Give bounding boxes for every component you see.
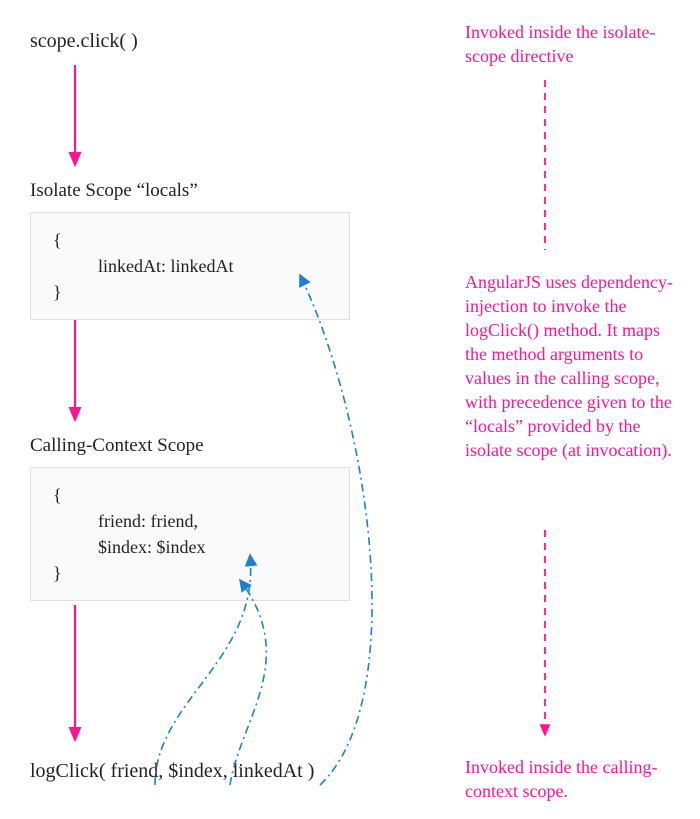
brace-open: { (53, 482, 327, 508)
context-prop-index: $index: $index (53, 534, 327, 560)
isolate-scope-label: Isolate Scope “locals” (30, 180, 198, 202)
brace-close: } (53, 560, 327, 586)
calling-context-box: { friend: friend, $index: $index } (30, 467, 350, 601)
note-middle: AngularJS uses dependency-injection to i… (465, 270, 680, 462)
scope-click-call: scope.click( ) (30, 30, 138, 53)
locals-prop-linkedat: linkedAt: linkedAt (53, 253, 327, 279)
logclick-call: logClick( friend, $index, linkedAt ) (30, 760, 314, 783)
curve-index (230, 580, 266, 785)
isolate-scope-box: { linkedAt: linkedAt } (30, 212, 350, 320)
context-prop-friend: friend: friend, (53, 508, 327, 534)
note-bottom: Invoked inside the calling-context scope… (465, 755, 680, 803)
note-top: Invoked inside the isolate-scope directi… (465, 20, 680, 68)
brace-close: } (53, 279, 327, 305)
calling-context-label: Calling-Context Scope (30, 435, 204, 457)
brace-open: { (53, 227, 327, 253)
